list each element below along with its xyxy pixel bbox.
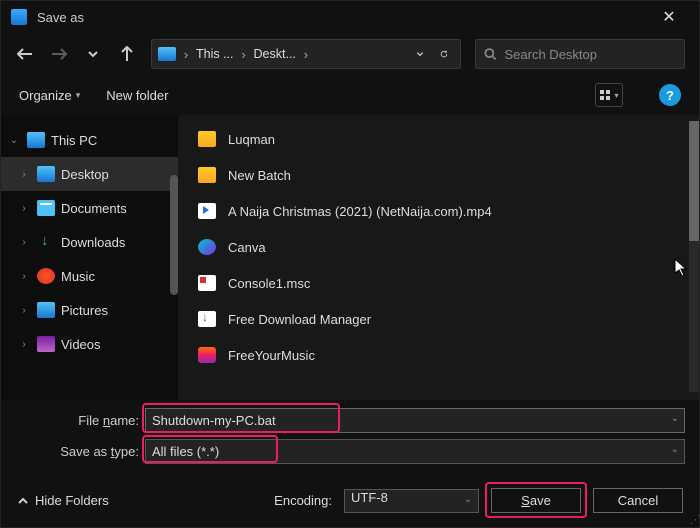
- tree-music[interactable]: › Music: [1, 259, 178, 293]
- chevron-right-icon: ›: [17, 169, 31, 180]
- refresh-button[interactable]: [434, 44, 454, 64]
- resize-grip[interactable]: ⋰: [690, 513, 698, 526]
- hide-folders-button[interactable]: Hide Folders: [17, 493, 109, 508]
- grid-icon: [599, 89, 612, 102]
- saveastype-label: Save as type:: [15, 444, 139, 459]
- file-item[interactable]: Luqman: [178, 121, 699, 157]
- search-input[interactable]: [505, 47, 677, 62]
- tree-pictures[interactable]: › Pictures: [1, 293, 178, 327]
- encoding-select[interactable]: UTF-8 ⌄: [344, 489, 479, 513]
- filename-input[interactable]: [145, 408, 685, 433]
- search-box[interactable]: [475, 39, 685, 69]
- desktop-icon: [37, 166, 55, 182]
- chevron-down-icon: ⌄: [464, 494, 472, 505]
- recent-dropdown[interactable]: [83, 44, 103, 64]
- videos-icon: [37, 336, 55, 352]
- chevron-right-icon: ›: [17, 237, 31, 248]
- save-button[interactable]: Save: [491, 488, 581, 513]
- address-dropdown[interactable]: [410, 44, 430, 64]
- organize-button[interactable]: Organize ▾: [19, 88, 80, 103]
- nav-tree: ⌄ This PC › Desktop › Documents › Downlo…: [1, 115, 178, 400]
- cursor-icon: [674, 258, 688, 281]
- address-bar[interactable]: › This ... › Deskt... ›: [151, 39, 461, 69]
- nav-bar: › This ... › Deskt... ›: [1, 33, 699, 75]
- cancel-button[interactable]: Cancel: [593, 488, 683, 513]
- tree-scrollbar[interactable]: [170, 175, 178, 295]
- chevron-right-icon: ›: [240, 47, 248, 62]
- file-scrollbar-thumb[interactable]: [689, 121, 699, 241]
- fym-icon: [198, 347, 216, 363]
- tree-videos[interactable]: › Videos: [1, 327, 178, 361]
- tree-documents[interactable]: › Documents: [1, 191, 178, 225]
- tree-thispc[interactable]: ⌄ This PC: [1, 123, 178, 157]
- tree-desktop[interactable]: › Desktop: [1, 157, 178, 191]
- back-button[interactable]: [15, 44, 35, 64]
- fdm-icon: [198, 311, 216, 327]
- downloads-icon: [37, 234, 55, 250]
- chevron-right-icon: ›: [17, 271, 31, 282]
- msc-icon: [198, 275, 216, 291]
- chevron-down-icon[interactable]: ⌄: [671, 413, 679, 424]
- help-button[interactable]: ?: [659, 84, 681, 106]
- window-title: Save as: [37, 10, 649, 25]
- chevron-right-icon: ›: [17, 339, 31, 350]
- file-item[interactable]: Console1.msc: [178, 265, 699, 301]
- pictures-icon: [37, 302, 55, 318]
- save-as-dialog: Save as ✕ › This ... › Deskt... › Organi…: [0, 0, 700, 528]
- folder-icon: [198, 167, 216, 183]
- toolbar: Organize ▾ New folder ▾ ?: [1, 75, 699, 115]
- forward-button[interactable]: [49, 44, 69, 64]
- dialog-footer: Hide Folders Encoding: UTF-8 ⌄ Save Canc…: [1, 474, 699, 527]
- new-folder-button[interactable]: New folder: [106, 88, 168, 103]
- chevron-right-icon: ›: [182, 47, 190, 62]
- filename-label: File name:: [15, 413, 139, 428]
- fields: File name: ⌄ Save as type: All files (*.…: [1, 400, 699, 474]
- encoding-label: Encoding:: [274, 493, 332, 508]
- pc-icon: [158, 47, 176, 61]
- chevron-right-icon: ›: [17, 305, 31, 316]
- titlebar: Save as ✕: [1, 1, 699, 33]
- file-item[interactable]: A Naija Christmas (2021) (NetNaija.com).…: [178, 193, 699, 229]
- breadcrumb-root[interactable]: This ...: [194, 47, 236, 61]
- saveastype-select[interactable]: All files (*.*): [145, 439, 685, 464]
- up-button[interactable]: [117, 44, 137, 64]
- chevron-right-icon: ›: [302, 47, 310, 62]
- close-button[interactable]: ✕: [649, 7, 689, 27]
- pc-icon: [27, 132, 45, 148]
- file-item[interactable]: New Batch: [178, 157, 699, 193]
- file-item[interactable]: Canva: [178, 229, 699, 265]
- chevron-up-icon: [17, 495, 29, 507]
- music-icon: [37, 268, 55, 284]
- documents-icon: [37, 200, 55, 216]
- video-icon: [198, 203, 216, 219]
- folder-icon: [198, 131, 216, 147]
- view-button[interactable]: ▾: [595, 83, 623, 107]
- tree-downloads[interactable]: › Downloads: [1, 225, 178, 259]
- app-icon: [11, 9, 27, 25]
- chevron-down-icon: ⌄: [7, 135, 21, 146]
- file-item[interactable]: Free Download Manager: [178, 301, 699, 337]
- file-item[interactable]: FreeYourMusic: [178, 337, 699, 373]
- chevron-down-icon[interactable]: ⌄: [671, 444, 679, 455]
- canva-icon: [198, 239, 216, 255]
- chevron-right-icon: ›: [17, 203, 31, 214]
- file-list: Luqman New Batch A Naija Christmas (2021…: [178, 115, 699, 400]
- breadcrumb-leaf[interactable]: Deskt...: [252, 47, 298, 61]
